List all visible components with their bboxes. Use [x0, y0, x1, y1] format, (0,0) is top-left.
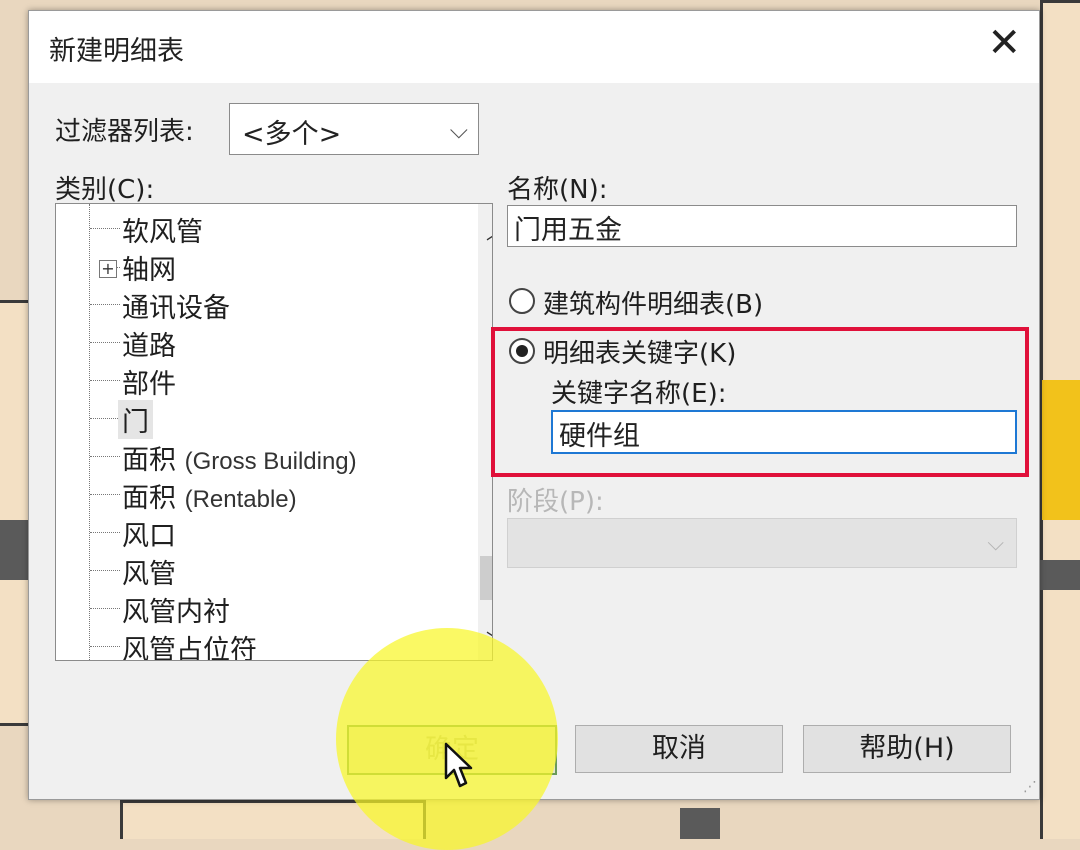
help-button[interactable]: 帮助(H)	[803, 725, 1011, 773]
list-item[interactable]: 轴网	[122, 248, 176, 287]
filter-list-value: <多个>	[242, 119, 342, 150]
key-name-value: 硬件组	[559, 421, 640, 452]
chevron-down-icon: ⌵	[449, 116, 468, 144]
filter-list-dropdown[interactable]: <多个> ⌵	[229, 103, 479, 155]
chevron-up-icon[interactable]: ︿	[486, 216, 492, 245]
schedule-key-label: 明细表关键字(K)	[543, 339, 737, 369]
phase-label: 阶段(P):	[507, 487, 604, 517]
tree-connector	[89, 204, 90, 660]
list-item[interactable]: 通讯设备	[122, 286, 230, 325]
building-component-radio[interactable]	[509, 288, 535, 314]
cancel-button[interactable]: 取消	[575, 725, 783, 773]
phase-dropdown: ⌵	[507, 518, 1017, 568]
list-item[interactable]: 软风管	[122, 210, 203, 249]
cursor-highlight	[336, 628, 558, 850]
close-icon[interactable]: ✕	[987, 23, 1021, 63]
resize-grip-icon[interactable]: ⋰	[1023, 779, 1037, 795]
list-item[interactable]: 风管	[122, 552, 176, 591]
title-bar: 新建明细表 ✕	[29, 11, 1039, 83]
schedule-key-radio[interactable]	[509, 338, 535, 364]
scroll-thumb[interactable]	[480, 556, 492, 600]
plus-box-icon[interactable]: +	[99, 260, 117, 278]
list-item[interactable]: 风管占位符	[122, 628, 257, 660]
category-label: 类别(C):	[55, 175, 155, 205]
key-name-field[interactable]: 硬件组	[551, 410, 1017, 454]
name-value: 门用五金	[514, 215, 622, 246]
list-item[interactable]: 面积 (Rentable)	[122, 476, 297, 515]
name-field[interactable]: 门用五金	[507, 205, 1017, 247]
list-item[interactable]: 道路	[122, 324, 176, 363]
key-name-label: 关键字名称(E):	[551, 379, 727, 409]
list-item[interactable]: 部件	[122, 362, 176, 401]
building-component-label: 建筑构件明细表(B)	[543, 290, 764, 320]
mouse-pointer-icon	[444, 742, 473, 788]
filter-list-label: 过滤器列表:	[55, 117, 194, 147]
list-item[interactable]: 面积 (Gross Building)	[122, 438, 357, 477]
name-label: 名称(N):	[507, 175, 608, 205]
list-item-selected[interactable]: 门	[118, 400, 153, 439]
list-item[interactable]: 风管内衬	[122, 590, 230, 629]
category-list[interactable]: 软风管 + 轴网 通讯设备 道路 部件 门 面积 (Gross Building…	[55, 203, 493, 661]
dialog-title: 新建明细表	[49, 36, 184, 67]
list-item[interactable]: 风口	[122, 514, 176, 553]
chevron-down-icon: ⌵	[987, 531, 1004, 556]
